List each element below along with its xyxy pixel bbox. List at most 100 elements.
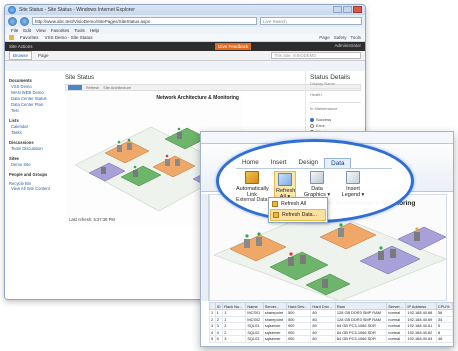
- browser-title-bar: Site Status - Site Status - Windows Inte…: [5, 5, 365, 15]
- site-actions-menu[interactable]: Site Actions: [9, 44, 33, 49]
- nav-item[interactable]: VSS Demo: [9, 84, 57, 89]
- tab-insert[interactable]: Insert: [265, 158, 293, 168]
- table-cell: sqlserver: [262, 335, 287, 343]
- table-cell: SQL03: [245, 335, 264, 343]
- menu-file[interactable]: File: [11, 28, 18, 33]
- column-header[interactable]: Name: [245, 302, 264, 310]
- status-panel-title: Status Details: [310, 74, 351, 81]
- page-selector[interactable]: Site Architecture: [103, 86, 131, 90]
- nav-heading-sites[interactable]: Sites: [9, 156, 57, 161]
- table-row[interactable]: 5 5 3 SQL03 sqlserver 900 80 64 GB PC3-1066 SDR…: [209, 335, 453, 343]
- menu-favorites[interactable]: Favorites: [51, 28, 70, 33]
- table-cell: sharepoint: [262, 315, 287, 323]
- refresh-data-menu-item[interactable]: Refresh Data...: [270, 209, 326, 221]
- nav-item[interactable]: Calendar: [9, 124, 57, 129]
- refresh-link[interactable]: Refresh: [86, 86, 99, 90]
- nav-item[interactable]: Data Center Status: [9, 96, 57, 101]
- safety-menu[interactable]: Safety: [334, 35, 347, 40]
- nav-item[interactable]: Team Discussion: [9, 146, 57, 151]
- nav-heading-lists[interactable]: Lists: [9, 118, 57, 123]
- radio-selected-icon: [310, 117, 314, 122]
- data-graphics-icon: [310, 171, 324, 184]
- menu-view[interactable]: View: [36, 28, 46, 33]
- table-cell: 64 GB PC3-1066 SDR: [334, 335, 388, 343]
- sharepoint-top-bar: Site Actions Give Feedback Administrator: [5, 42, 365, 51]
- sharepoint-ribbon: Browse Page This Site: VISIODEMO: [5, 51, 365, 61]
- tab-data[interactable]: Data: [324, 158, 352, 168]
- nav-item[interactable]: Data Center Plan: [9, 102, 57, 107]
- automatically-link-button[interactable]: Automatically Link: [236, 171, 269, 198]
- tab-home[interactable]: Home: [236, 158, 265, 168]
- table-cell: normal: [386, 335, 407, 343]
- address-field[interactable]: http://www.abc.test/VisioDemo/SitePages/…: [32, 17, 257, 25]
- nav-item[interactable]: WAN WEB Demo: [9, 90, 57, 95]
- column-header[interactable]: CPU%: [435, 302, 453, 310]
- status-option-label: Success: [316, 117, 332, 122]
- favorites-star-icon[interactable]: [9, 35, 14, 40]
- give-feedback-button[interactable]: Give Feedback: [215, 43, 252, 50]
- zoomed-tab-strip: Home Insert Design Data: [236, 158, 352, 168]
- nav-heading-documents[interactable]: Documents: [9, 78, 57, 83]
- web-part-button[interactable]: [68, 85, 82, 90]
- close-button[interactable]: [353, 6, 362, 13]
- table-cell: 192.168.40.68: [405, 309, 437, 317]
- tab-design[interactable]: Design: [293, 158, 325, 168]
- insert-legend-button[interactable]: Insert Legend ▾: [338, 171, 368, 198]
- menu-help[interactable]: Help: [90, 28, 99, 33]
- column-header[interactable]: Ram: [334, 302, 388, 310]
- forward-icon[interactable]: [20, 16, 29, 26]
- maintenance-label: In Maintenance: [310, 106, 338, 111]
- health-field: Health: [310, 88, 361, 102]
- maintenance-field: In Maintenance: [310, 102, 361, 116]
- back-icon[interactable]: [8, 16, 17, 26]
- menu-tools[interactable]: Tools: [74, 28, 85, 33]
- column-header[interactable]: IP Address: [405, 302, 437, 310]
- menu-edit[interactable]: Edit: [23, 28, 31, 33]
- table-header-row: ID Rack Nu... Name Server... Hard Driv..…: [209, 302, 453, 310]
- table-cell: 128 GB DDR3 SMP RAM: [334, 315, 388, 323]
- refresh-all-menu-item[interactable]: Refresh All: [270, 199, 326, 209]
- tab-browse[interactable]: Browse: [9, 51, 33, 60]
- command-bar: Page Safety Tools: [319, 35, 361, 40]
- table-cell: 192.168.40.62: [405, 328, 437, 336]
- all-site-content-link[interactable]: View All Site Content: [9, 186, 57, 191]
- status-panel-subtitle: Display Name: [310, 81, 335, 86]
- nav-heading-people[interactable]: People and Groups: [9, 172, 57, 177]
- column-header[interactable]: Server...: [386, 302, 407, 310]
- status-option[interactable]: Error: [310, 123, 361, 128]
- favorites-bar: Favorites VSS Demo - Site Status Page Sa…: [5, 34, 365, 42]
- site-search-input[interactable]: This Site: VISIODEMO: [271, 52, 361, 59]
- tab-page[interactable]: Page: [35, 52, 52, 59]
- user-menu[interactable]: Administrator: [334, 43, 361, 48]
- nav-item[interactable]: Test: [9, 108, 57, 113]
- column-header[interactable]: Rack Nu...: [222, 302, 247, 310]
- address-bar-row: http://www.abc.test/VisioDemo/SitePages/…: [5, 15, 365, 27]
- nav-heading-discussions[interactable]: Discussions: [9, 140, 57, 145]
- table-cell: 80: [310, 335, 336, 343]
- data-graphics-button[interactable]: Data Graphics ▾: [302, 171, 332, 198]
- favorites-button[interactable]: Favorites: [20, 35, 39, 40]
- table-cell: 192.168.40.69: [405, 315, 437, 323]
- refresh-all-icon: [272, 201, 278, 207]
- minimize-button[interactable]: [333, 6, 342, 13]
- column-header[interactable]: Hard Driv...: [310, 302, 336, 310]
- status-option[interactable]: Success: [310, 117, 361, 122]
- external-data-table: ID Rack Nu... Name Server... Hard Driv..…: [209, 302, 453, 343]
- column-header[interactable]: Server...: [262, 302, 287, 310]
- column-header[interactable]: ID: [214, 302, 224, 310]
- maximize-button[interactable]: [343, 6, 352, 13]
- shapes-pane[interactable]: [201, 194, 209, 301]
- menu-item-label: Refresh All: [281, 201, 307, 207]
- refresh-dropdown-menu: Refresh All Refresh Data...: [268, 197, 328, 223]
- external-data-grid[interactable]: ID Rack Nu... Name Server... Hard Driv..…: [209, 302, 453, 346]
- ribbon-separator: [236, 168, 392, 169]
- radio-icon: [310, 123, 314, 128]
- tools-menu[interactable]: Tools: [350, 35, 361, 40]
- column-header[interactable]: Hard Driv...: [285, 302, 312, 310]
- favorite-tab[interactable]: VSS Demo - Site Status: [45, 35, 93, 40]
- nav-item[interactable]: Tasks: [9, 130, 57, 135]
- page-menu[interactable]: Page: [319, 35, 330, 40]
- browser-search-input[interactable]: Live Search: [260, 17, 362, 25]
- nav-item[interactable]: Demo Site: [9, 162, 57, 167]
- health-label: Health: [310, 92, 322, 97]
